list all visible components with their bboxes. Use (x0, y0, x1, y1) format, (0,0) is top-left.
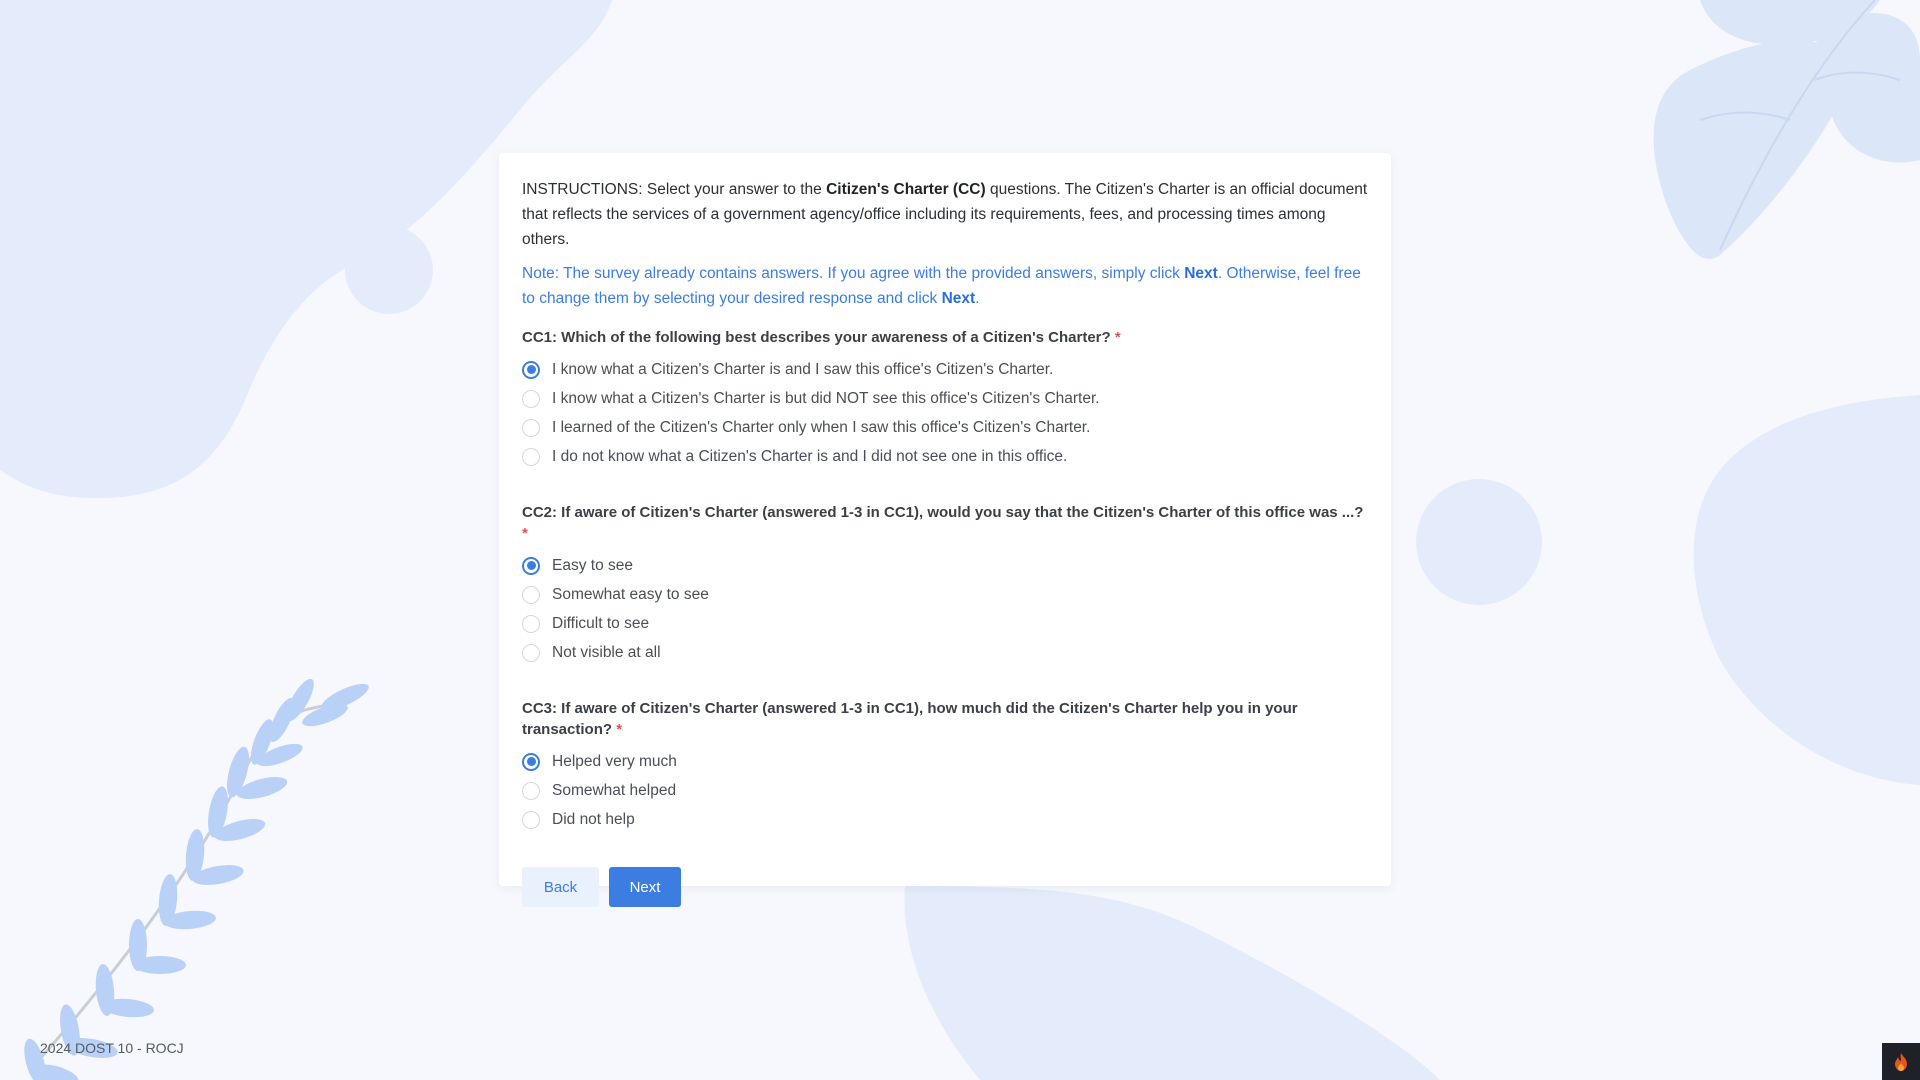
option-label: I know what a Citizen's Charter is and I… (552, 360, 1054, 378)
radio-option[interactable]: Difficult to see (522, 609, 1368, 638)
radio-option[interactable]: I do not know what a Citizen's Charter i… (522, 442, 1368, 471)
option-label: I learned of the Citizen's Charter only … (552, 418, 1091, 436)
question-label: CC2: If aware of Citizen's Charter (answ… (522, 504, 1364, 542)
footer-text: 2024 DOST 10 - ROCJ (40, 1040, 184, 1056)
option-label: Somewhat easy to see (552, 585, 709, 603)
option-label: Helped very much (552, 752, 677, 770)
radio-button[interactable] (522, 752, 540, 771)
option-label: Not visible at all (552, 643, 661, 661)
radio-option[interactable]: Somewhat easy to see (522, 580, 1368, 609)
option-label: Did not help (552, 810, 635, 828)
flame-icon[interactable] (1882, 1043, 1920, 1080)
radio-option[interactable]: Not visible at all (522, 638, 1368, 667)
radio-button[interactable] (522, 360, 540, 379)
radio-option[interactable]: I learned of the Citizen's Charter only … (522, 413, 1368, 442)
radio-button[interactable] (522, 810, 540, 829)
radio-button[interactable] (522, 643, 540, 662)
radio-button[interactable] (522, 585, 540, 604)
right-circle (1416, 479, 1542, 605)
option-label: I do not know what a Citizen's Charter i… (552, 447, 1068, 465)
leaf-top-right (1653, 0, 1920, 259)
right-blob (1693, 395, 1920, 785)
form-actions: Back Next (522, 867, 1368, 907)
radio-button[interactable] (522, 614, 540, 633)
question-cc1: CC1: Which of the following best describ… (522, 327, 1368, 471)
option-label: Difficult to see (552, 614, 650, 632)
instructions-text: INSTRUCTIONS: Select your answer to the … (522, 181, 1368, 248)
radio-button[interactable] (522, 447, 540, 466)
required-mark: * (522, 525, 528, 542)
required-mark: * (616, 721, 623, 738)
question-label: CC1: Which of the following best describ… (522, 329, 1121, 346)
radio-button[interactable] (522, 389, 540, 408)
radio-button[interactable] (522, 418, 540, 437)
option-label: I know what a Citizen's Charter is but d… (552, 389, 1100, 407)
option-label: Somewhat helped (552, 781, 677, 799)
required-mark: * (1114, 329, 1121, 346)
note-text: Note: The survey already contains answer… (522, 265, 1361, 307)
question-cc3: CC3: If aware of Citizen's Charter (answ… (522, 698, 1368, 834)
radio-option[interactable]: Helped very much (522, 747, 1368, 776)
radio-option[interactable]: Easy to see (522, 551, 1368, 580)
left-circle (345, 226, 433, 314)
fern-branch (24, 678, 369, 1080)
next-button[interactable]: Next (609, 867, 681, 907)
back-button[interactable]: Back (522, 867, 599, 907)
radio-option[interactable]: I know what a Citizen's Charter is and I… (522, 355, 1368, 384)
question-label: CC3: If aware of Citizen's Charter (answ… (522, 700, 1298, 738)
radio-option[interactable]: Did not help (522, 805, 1368, 834)
radio-option[interactable]: I know what a Citizen's Charter is but d… (522, 384, 1368, 413)
survey-card: INSTRUCTIONS: Select your answer to the … (499, 153, 1391, 907)
bottom-blob (904, 886, 1440, 1080)
radio-button[interactable] (522, 781, 540, 800)
radio-button[interactable] (522, 556, 540, 575)
question-cc2: CC2: If aware of Citizen's Charter (answ… (522, 502, 1368, 667)
option-label: Easy to see (552, 556, 633, 574)
radio-option[interactable]: Somewhat helped (522, 776, 1368, 805)
